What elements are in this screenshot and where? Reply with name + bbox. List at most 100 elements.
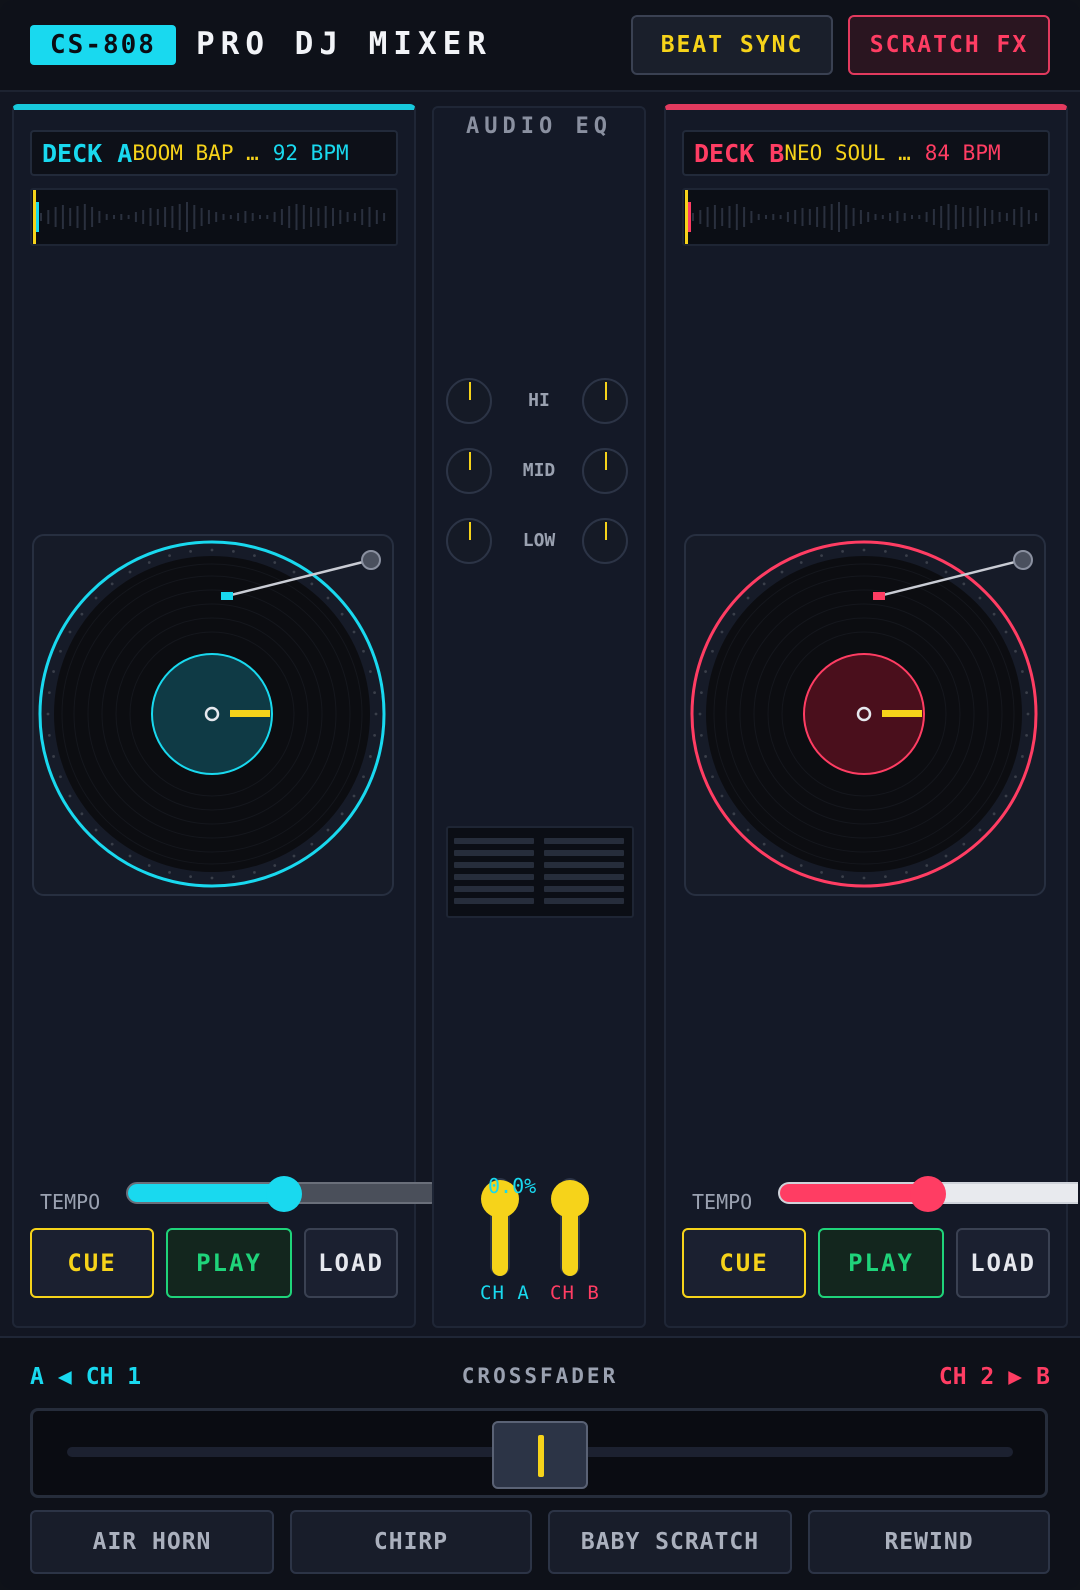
waveform-bar <box>149 208 152 226</box>
channel-b-label: CH B <box>550 1282 600 1304</box>
strobe-dot <box>700 734 703 737</box>
strobe-dot <box>48 734 51 737</box>
strobe-dot <box>352 794 356 798</box>
waveform-bar <box>120 214 123 220</box>
waveform-bar <box>830 204 833 230</box>
strobe-dot <box>978 828 982 832</box>
strobe-dot <box>944 854 948 858</box>
strobe-dot <box>944 570 948 574</box>
strobe-dot <box>905 554 908 557</box>
waveform-bar <box>772 214 775 220</box>
waveform-bar <box>193 205 196 229</box>
waveform-bar <box>728 206 731 228</box>
waveform-bar <box>171 206 174 228</box>
strobe-dot <box>925 864 929 867</box>
deck-a-turntable[interactable] <box>32 534 394 896</box>
waveform-bar <box>918 215 921 219</box>
waveform-bar <box>1013 209 1016 225</box>
deck-b-load-button[interactable]: LOAD <box>956 1228 1050 1298</box>
deck-a-tempo-label: TEMPO <box>40 1190 101 1214</box>
deck-a-tempo-fill <box>128 1184 286 1202</box>
deck-a-load-button[interactable]: LOAD <box>304 1228 398 1298</box>
waveform-bar <box>273 212 276 222</box>
strobe-dot <box>704 755 707 758</box>
waveform-bar <box>852 208 855 226</box>
waveform-bar <box>127 215 130 219</box>
deck-b-tempo-handle[interactable] <box>910 1176 946 1212</box>
strobe-dot <box>292 570 296 574</box>
strobe-dot <box>962 842 966 846</box>
strobe-dot <box>232 875 235 878</box>
crossfader-section: A ◀ CH 1 CROSSFADER CH 2 ▶ B AIR HORN CH… <box>0 1336 1080 1590</box>
deck-b-play-button[interactable]: PLAY <box>818 1228 944 1298</box>
rotation-marker <box>230 710 270 717</box>
deck-b-turntable[interactable] <box>684 534 1046 896</box>
eq-mid-knob-b[interactable] <box>582 448 628 494</box>
waveform-bar <box>83 204 86 230</box>
strobe-dot <box>310 582 314 586</box>
waveform-bar <box>61 205 64 229</box>
strobe-dot <box>52 670 55 673</box>
waveform-bar <box>721 208 724 226</box>
deck-a-track-name: BOOM BAP … <box>132 141 259 165</box>
model-badge: CS-808 <box>30 25 176 65</box>
waveform-bar <box>69 208 72 226</box>
strobe-dot <box>905 871 908 874</box>
tonearm-headshell <box>873 592 885 600</box>
strobe-dot <box>746 596 750 600</box>
waveform-bar <box>845 205 848 229</box>
strobe-dot <box>273 561 277 564</box>
strobe-dot <box>80 612 84 616</box>
waveform-bar <box>713 205 716 229</box>
strobe-dot <box>1025 734 1028 737</box>
waveform-bar <box>361 209 364 225</box>
fx-pad-air-horn[interactable]: AIR HORN <box>30 1510 274 1574</box>
scratch-fx-button[interactable]: SCRATCH FX <box>848 15 1050 75</box>
deck-a-info: DECK A BOOM BAP … 92 BPM <box>30 130 398 176</box>
waveform-bar <box>757 214 760 220</box>
strobe-dot <box>992 612 996 616</box>
waveform-bar <box>215 212 218 222</box>
waveform-bar <box>76 206 79 228</box>
fx-pad-chirp[interactable]: CHIRP <box>290 1510 532 1574</box>
waveform-bar <box>259 215 261 219</box>
deck-a-cue-button[interactable]: CUE <box>30 1228 154 1298</box>
deck-a-tempo-handle[interactable] <box>266 1176 302 1212</box>
waveform-bar <box>998 212 1001 222</box>
beat-sync-button[interactable]: BEAT SYNC <box>631 15 833 75</box>
strobe-dot <box>326 596 330 600</box>
strobe-dot <box>168 871 171 874</box>
eq-low-knob-b[interactable] <box>582 518 628 564</box>
deck-b-cue-button[interactable]: CUE <box>682 1228 806 1298</box>
fx-pad-baby-scratch[interactable]: BABY SCRATCH <box>548 1510 792 1574</box>
strobe-dot <box>326 828 330 832</box>
strobe-dot <box>292 854 296 858</box>
waveform-bar <box>859 210 862 224</box>
strobe-dot <box>992 812 996 816</box>
fx-pad-rewind[interactable]: REWIND <box>808 1510 1050 1574</box>
deck-b-bpm: 84 BPM <box>924 141 1001 165</box>
channel-b-fader-handle[interactable] <box>551 1180 589 1218</box>
strobe-dot <box>59 775 62 779</box>
deck-a-play-button[interactable]: PLAY <box>166 1228 292 1298</box>
strobe-dot <box>189 550 192 553</box>
deck-b-waveform[interactable] <box>682 188 1050 246</box>
strobe-dot <box>373 734 376 737</box>
strobe-dot <box>1014 649 1017 653</box>
strobe-dot <box>48 691 51 694</box>
deck-a-waveform[interactable] <box>30 188 398 246</box>
crossfader-track[interactable] <box>30 1408 1048 1498</box>
strobe-dot <box>362 775 365 779</box>
strobe-dot <box>820 554 823 557</box>
strobe-dot <box>762 842 766 846</box>
crossfader-handle[interactable] <box>492 1421 588 1489</box>
deck-a-bpm: 92 BPM <box>272 141 349 165</box>
waveform-bar <box>940 206 943 228</box>
strobe-dot <box>780 570 784 574</box>
strobe-dot <box>841 875 844 878</box>
vu-meter <box>446 826 634 918</box>
waveform-bar <box>310 207 313 227</box>
strobe-dot <box>720 794 724 798</box>
waveform-bar <box>164 207 167 227</box>
eq-hi-knob-b[interactable] <box>582 378 628 424</box>
